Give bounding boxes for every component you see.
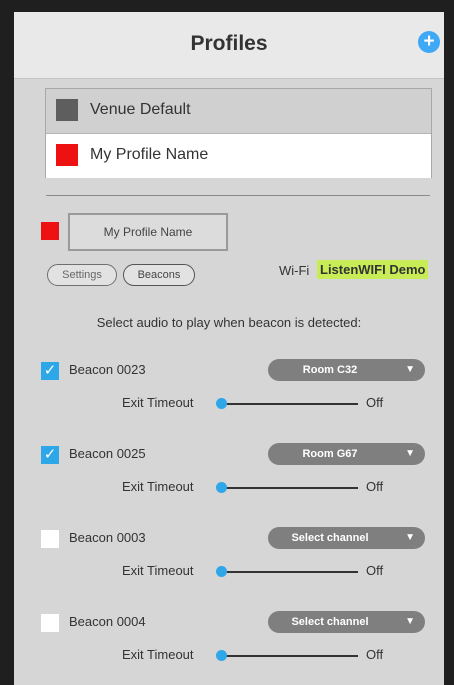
- channel-dropdown-label: Room G67: [302, 448, 358, 460]
- divider: [46, 195, 430, 196]
- beacon-instruction: Select audio to play when beacon is dete…: [96, 315, 362, 330]
- channel-dropdown[interactable]: Select channel ▼: [268, 527, 425, 549]
- exit-timeout-label: Exit Timeout: [122, 647, 194, 662]
- slider-handle[interactable]: [216, 398, 227, 409]
- exit-timeout-label: Exit Timeout: [122, 479, 194, 494]
- channel-dropdown-label: Select channel: [291, 616, 369, 628]
- chevron-down-icon: ▼: [405, 364, 415, 375]
- exit-timeout-label: Exit Timeout: [122, 395, 194, 410]
- slider-handle[interactable]: [216, 650, 227, 661]
- wifi-network-name: ListenWIFI Demo: [317, 260, 429, 279]
- profile-item-venue-default[interactable]: Venue Default: [46, 89, 431, 134]
- profile-color-swatch: [56, 144, 78, 166]
- beacon-checkbox[interactable]: ✓: [41, 362, 59, 380]
- profile-list: Venue Default My Profile Name: [45, 88, 432, 178]
- timeout-value: Off: [366, 395, 384, 410]
- channel-dropdown[interactable]: Room C32 ▼: [268, 359, 425, 381]
- channel-dropdown[interactable]: Room G67 ▼: [268, 443, 425, 465]
- page-title: Profiles: [190, 32, 268, 55]
- plus-circle-icon[interactable]: +: [418, 31, 440, 53]
- exit-timeout-slider[interactable]: [221, 571, 358, 573]
- timeout-value: Off: [366, 479, 384, 494]
- beacon-checkbox[interactable]: ✓: [41, 446, 59, 464]
- beacon-checkbox[interactable]: [41, 530, 59, 548]
- channel-dropdown-label: Room C32: [302, 364, 358, 376]
- profile-item-label: Venue Default: [90, 101, 191, 118]
- profile-item-my-profile[interactable]: My Profile Name: [46, 134, 431, 178]
- profile-name-field[interactable]: My Profile Name: [68, 213, 228, 251]
- exit-timeout-slider[interactable]: [221, 655, 358, 657]
- timeout-value: Off: [366, 563, 384, 578]
- header-bar: Profiles +: [14, 12, 444, 79]
- exit-timeout-label: Exit Timeout: [122, 563, 194, 578]
- profiles-panel: Profiles + Venue Default My Profile Name…: [14, 12, 444, 685]
- beacon-name: Beacon 0023: [69, 362, 146, 377]
- channel-dropdown[interactable]: Select channel ▼: [268, 611, 425, 633]
- chevron-down-icon: ▼: [405, 532, 415, 543]
- beacon-name: Beacon 0025: [69, 446, 146, 461]
- slider-handle[interactable]: [216, 566, 227, 577]
- profile-item-label: My Profile Name: [90, 146, 209, 163]
- slider-handle[interactable]: [216, 482, 227, 493]
- timeout-value: Off: [366, 647, 384, 662]
- tab-beacons[interactable]: Beacons: [123, 264, 195, 286]
- exit-timeout-slider[interactable]: [221, 403, 358, 405]
- tab-settings[interactable]: Settings: [47, 264, 117, 286]
- exit-timeout-slider[interactable]: [221, 487, 358, 489]
- beacon-name: Beacon 0003: [69, 530, 146, 545]
- channel-dropdown-label: Select channel: [291, 532, 369, 544]
- beacon-name: Beacon 0004: [69, 614, 146, 629]
- profile-color-picker[interactable]: [41, 222, 59, 240]
- beacon-checkbox[interactable]: [41, 614, 59, 632]
- profile-color-swatch: [56, 99, 78, 121]
- wifi-label: Wi-Fi: [279, 263, 310, 278]
- chevron-down-icon: ▼: [405, 448, 415, 459]
- chevron-down-icon: ▼: [405, 616, 415, 627]
